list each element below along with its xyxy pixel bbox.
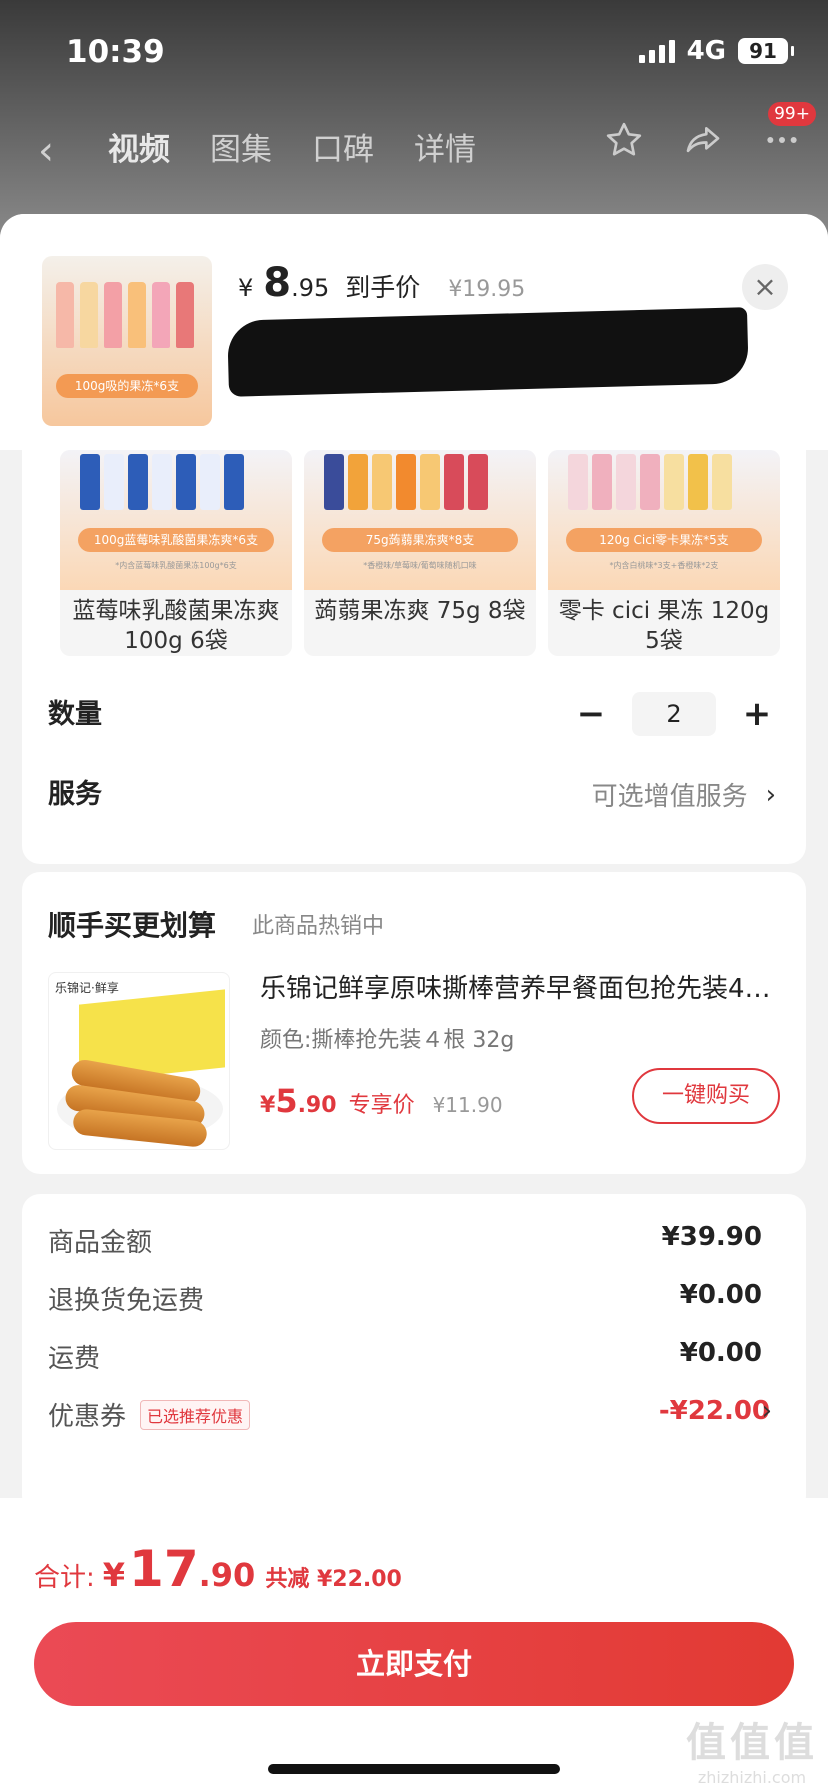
- total-currency: ¥: [102, 1556, 126, 1594]
- upsell-price-tag: 专享价: [348, 1093, 415, 1118]
- upsell-price-decimal: .90: [297, 1093, 337, 1118]
- nav-actions: 99+: [604, 102, 816, 160]
- status-time: 10:39: [66, 34, 165, 70]
- price-currency: ¥: [238, 274, 254, 302]
- back-icon[interactable]: ‹: [38, 128, 54, 174]
- quantity-input[interactable]: 2: [632, 692, 716, 736]
- total-label: 合计:: [34, 1563, 95, 1593]
- total-integer: 17: [129, 1540, 199, 1598]
- watermark-url: zhizhizhi.com: [697, 1768, 807, 1787]
- upsell-title: 顺手买更划算: [48, 909, 217, 942]
- coupon-value: -¥22.00: [658, 1396, 770, 1426]
- upsell-brand: 乐锦记·鲜享: [55, 981, 119, 995]
- price-integer: 8: [263, 260, 292, 306]
- checkout-bar: 合计: ¥ 17 .90 共减 ¥22.00 立即支付 值值值 zhizhizh…: [0, 1498, 828, 1792]
- decrease-button[interactable]: −: [576, 694, 606, 734]
- summary-label: 优惠券: [48, 1402, 127, 1432]
- quantity-stepper: − 2 +: [576, 692, 772, 736]
- service-label: 服务: [48, 779, 102, 810]
- summary-value: ¥0.00: [679, 1280, 762, 1310]
- service-value: 可选增值服务: [591, 782, 748, 812]
- notification-badge: 99+: [768, 102, 816, 126]
- pay-now-button[interactable]: 立即支付: [34, 1622, 794, 1706]
- status-bar: 10:39 4G 91: [0, 0, 828, 100]
- variant-name: 零卡 cici 果冻 120g 5袋: [558, 598, 770, 654]
- more-menu[interactable]: 99+: [762, 102, 816, 160]
- battery-icon: 91: [738, 38, 794, 64]
- more-icon[interactable]: [762, 120, 802, 160]
- redacted-title: [227, 307, 749, 397]
- tab-details[interactable]: 详情: [414, 124, 476, 169]
- variant-image: 75g蒟蒻果冻爽*8支 *香橙味/草莓味/葡萄味随机口味: [304, 450, 536, 590]
- variant-image: 100g蓝莓味乳酸菌果冻爽*6支 *内含蓝莓味乳酸菌果冻100g*6支: [60, 450, 292, 590]
- summary-row-coupon[interactable]: 优惠券 已选推荐优惠 -¥22.00: [48, 1396, 770, 1436]
- price-tag: 到手价: [345, 273, 421, 302]
- variant-note: *内含蓝莓味乳酸菌果冻100g*6支: [115, 561, 237, 570]
- star-icon[interactable]: [604, 120, 644, 160]
- variant-option[interactable]: 100g蓝莓味乳酸菌果冻爽*6支 *内含蓝莓味乳酸菌果冻100g*6支 蓝莓味乳…: [60, 450, 292, 656]
- upsell-product-image[interactable]: 乐锦记·鲜享: [48, 972, 230, 1150]
- product-thumbnail: 100g吸的果冻*6支: [42, 256, 212, 426]
- variant-name: 蓝莓味乳酸菌果冻爽 100g 6袋: [72, 598, 280, 654]
- variant-pill: 75g蒟蒻果冻爽*8支: [322, 528, 518, 552]
- summary-value: ¥0.00: [679, 1338, 762, 1368]
- tab-video[interactable]: 视频: [108, 124, 170, 169]
- summary-row-shipping: 运费 ¥0.00: [48, 1338, 762, 1378]
- total-saving: 共减 ¥22.00: [265, 1567, 402, 1592]
- original-price: ¥19.95: [448, 277, 526, 302]
- variant-image: 120g Cici零卡果冻*5支 *内含白桃味*3支+香橙味*2支: [548, 450, 780, 590]
- tab-reviews[interactable]: 口碑: [312, 124, 374, 169]
- increase-button[interactable]: +: [742, 694, 772, 734]
- summary-label: 退换货免运费: [48, 1286, 205, 1316]
- variant-pill: 100g蓝莓味乳酸菌果冻爽*6支: [78, 528, 274, 552]
- chevron-right-icon: ›: [765, 779, 776, 810]
- coupon-label-group: 优惠券 已选推荐优惠: [48, 1396, 251, 1433]
- home-indicator[interactable]: [268, 1764, 560, 1774]
- price-decimal: .95: [291, 274, 330, 302]
- total-decimal: .90: [198, 1556, 256, 1594]
- upsell-product-name[interactable]: 乐锦记鲜享原味撕棒营养早餐面包抢先装4根32g: [260, 968, 780, 1005]
- upsell-card: 顺手买更划算 此商品热销中 乐锦记·鲜享 乐锦记鲜享原味撕棒营养早餐面包抢先装4…: [22, 872, 806, 1174]
- variant-option[interactable]: 75g蒟蒻果冻爽*8支 *香橙味/草莓味/葡萄味随机口味 蒟蒻果冻爽 75g 8…: [304, 450, 536, 656]
- summary-label: 运费: [48, 1344, 101, 1374]
- coupon-chip: 已选推荐优惠: [140, 1399, 251, 1430]
- watermark: 值值值 zhizhizhi.com: [686, 1710, 818, 1787]
- variant-note: *内含白桃味*3支+香橙味*2支: [609, 561, 719, 570]
- quantity-label: 数量: [48, 699, 102, 730]
- tab-gallery[interactable]: 图集: [210, 124, 272, 169]
- upsell-product-spec: 颜色:撕棒抢先装４根 32g: [260, 1028, 515, 1053]
- variant-name: 蒟蒻果冻爽 75g 8袋: [314, 598, 526, 624]
- upsell-original-price: ¥11.90: [432, 1093, 503, 1117]
- summary-label: 商品金额: [48, 1228, 153, 1258]
- status-indicators: 4G 91: [638, 36, 794, 66]
- service-selector[interactable]: 可选增值服务 ›: [592, 776, 776, 813]
- close-icon[interactable]: ×: [742, 264, 788, 310]
- price-summary-card: 商品金额 ¥39.90 退换货免运费 ¥0.00 运费 ¥0.00 优惠券 已选…: [22, 1194, 806, 1514]
- product-nav-bar: ‹ 视频 图集 口碑 详情 99+: [0, 102, 828, 186]
- summary-value: ¥39.90: [661, 1222, 762, 1252]
- upsell-subtitle: 此商品热销中: [252, 914, 385, 939]
- one-click-buy-button[interactable]: 一键购买: [632, 1068, 780, 1124]
- network-type: 4G: [686, 36, 726, 66]
- summary-row-return-shipping: 退换货免运费 ¥0.00: [48, 1280, 762, 1320]
- variant-list: 100g蓝莓味乳酸菌果冻爽*6支 *内含蓝莓味乳酸菌果冻100g*6支 蓝莓味乳…: [60, 450, 780, 656]
- nav-tabs: 视频 图集 口碑 详情: [108, 124, 476, 169]
- chevron-right-icon[interactable]: ›: [762, 1396, 772, 1426]
- variant-note: *香橙味/草莓味/葡萄味随机口味: [363, 561, 477, 570]
- product-price: ¥ 8 .95 到手价 ¥19.95: [238, 260, 525, 306]
- signal-icon: [638, 39, 675, 63]
- total-price: 合计: ¥ 17 .90 共减 ¥22.00: [34, 1540, 402, 1598]
- upsell-price-integer: 5: [275, 1082, 298, 1120]
- variant-pill: 120g Cici零卡果冻*5支: [566, 528, 762, 552]
- upsell-price-currency: ¥: [260, 1093, 276, 1118]
- summary-row-subtotal: 商品金额 ¥39.90: [48, 1222, 762, 1262]
- pouch-image: [56, 282, 194, 348]
- variant-option[interactable]: 120g Cici零卡果冻*5支 *内含白桃味*3支+香橙味*2支 零卡 cic…: [548, 450, 780, 656]
- upsell-price: ¥ 5 .90 专享价 ¥11.90: [260, 1082, 503, 1120]
- share-icon[interactable]: [682, 120, 724, 160]
- thumbnail-label: 100g吸的果冻*6支: [56, 374, 198, 398]
- selected-product-header: 100g吸的果冻*6支 ¥ 8 .95 到手价 ¥19.95 ×: [0, 214, 828, 450]
- watermark-logo: 值值值: [686, 1720, 818, 1766]
